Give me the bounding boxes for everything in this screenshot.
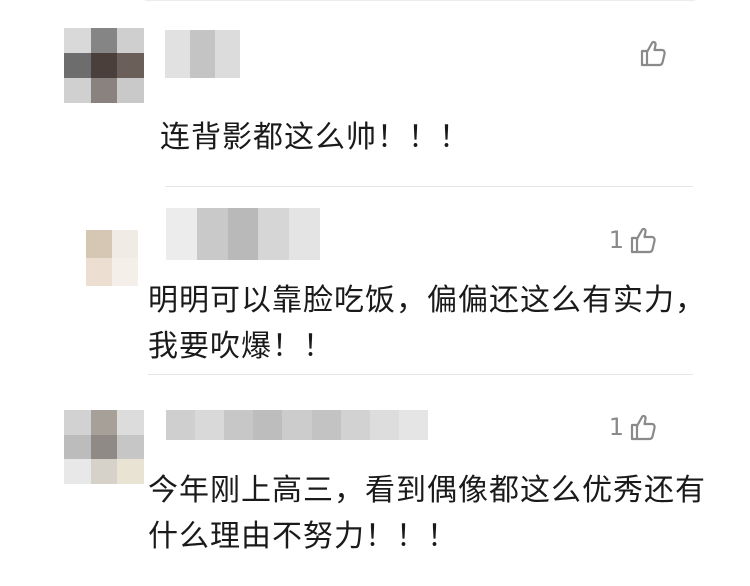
avatar-pixel bbox=[90, 459, 118, 484]
avatar[interactable] bbox=[64, 410, 144, 484]
avatar-pixel bbox=[90, 53, 118, 78]
thumbs-up-icon bbox=[628, 412, 658, 442]
username-pixel bbox=[311, 410, 341, 440]
avatar[interactable] bbox=[86, 230, 138, 286]
avatar-pixel bbox=[90, 434, 118, 460]
avatar-pixel bbox=[64, 78, 91, 103]
avatar-pixel bbox=[64, 434, 91, 460]
avatar-pixel bbox=[90, 28, 118, 53]
avatar-pixel bbox=[117, 78, 144, 103]
username-blurred[interactable] bbox=[166, 410, 428, 440]
username-pixel bbox=[369, 410, 399, 440]
avatar-pixel bbox=[117, 410, 144, 435]
avatar-pixel bbox=[86, 230, 112, 258]
avatar-pixel bbox=[117, 28, 144, 53]
like-button[interactable]: 1 bbox=[609, 225, 658, 255]
username-pixel bbox=[166, 410, 196, 440]
username-pixel bbox=[258, 208, 290, 260]
username-pixel bbox=[398, 410, 428, 440]
username-pixel bbox=[282, 410, 312, 440]
divider bbox=[165, 186, 693, 187]
thumbs-up-icon bbox=[638, 38, 668, 68]
username-pixel bbox=[224, 410, 254, 440]
thumbs-up-icon bbox=[628, 225, 658, 255]
divider bbox=[148, 374, 693, 375]
like-count: 1 bbox=[608, 413, 624, 441]
username-pixel bbox=[166, 208, 197, 260]
username-pixel bbox=[190, 30, 215, 78]
avatar-pixel bbox=[117, 459, 144, 484]
avatar-pixel bbox=[112, 258, 138, 286]
avatar[interactable] bbox=[64, 28, 144, 103]
username-pixel bbox=[253, 410, 283, 440]
avatar-pixel bbox=[90, 410, 118, 435]
top-divider bbox=[145, 0, 695, 1]
avatar-pixel bbox=[64, 53, 91, 78]
comment-text: 明明可以靠脸吃饭，偏偏还这么有实力，我要吹爆！！ bbox=[148, 283, 706, 364]
username-blurred[interactable] bbox=[165, 30, 240, 78]
username-pixel bbox=[196, 208, 228, 260]
username-pixel bbox=[289, 208, 320, 260]
comment-text: 连背影都这么帅！！！ bbox=[160, 120, 470, 155]
username-pixel bbox=[340, 410, 370, 440]
avatar-pixel bbox=[64, 28, 91, 53]
username-pixel bbox=[227, 208, 259, 260]
avatar-pixel bbox=[112, 230, 138, 258]
avatar-pixel bbox=[64, 410, 91, 435]
like-button[interactable] bbox=[634, 38, 668, 68]
username-blurred[interactable] bbox=[166, 208, 320, 260]
like-count: 1 bbox=[608, 226, 624, 254]
like-button[interactable]: 1 bbox=[609, 412, 658, 442]
avatar-pixel bbox=[90, 78, 118, 103]
avatar-pixel bbox=[117, 434, 144, 460]
username-pixel bbox=[165, 30, 190, 78]
username-pixel bbox=[215, 30, 240, 78]
avatar-pixel bbox=[64, 459, 91, 484]
comment-text: 今年刚上高三，看到偶像都这么优秀还有什么理由不努力！！！ bbox=[148, 473, 706, 554]
avatar-pixel bbox=[117, 53, 144, 78]
username-pixel bbox=[195, 410, 225, 440]
avatar-pixel bbox=[86, 258, 112, 286]
